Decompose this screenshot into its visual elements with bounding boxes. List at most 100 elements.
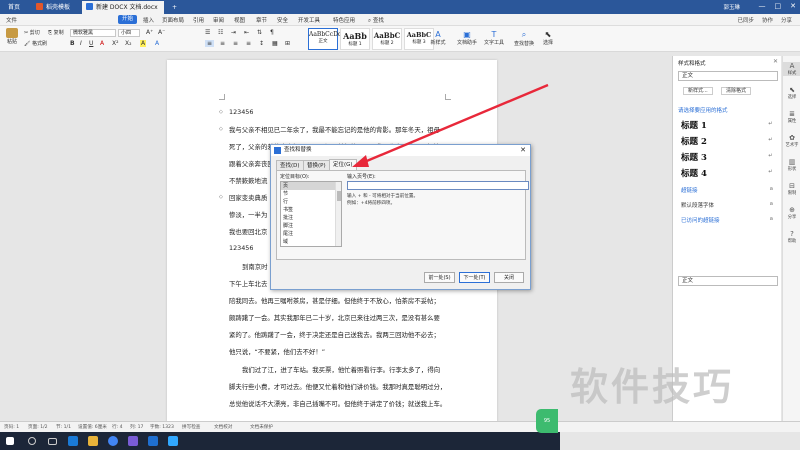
border-icon[interactable]: ⊞ [285,40,290,47]
text-effect-icon[interactable]: A [155,40,159,47]
dialog-title-bar[interactable]: 查找和替换 ✕ [271,145,530,156]
tab-replace[interactable]: 替换(P) [303,160,330,170]
style-normal[interactable]: AaBbCcDd 正文 [308,28,342,50]
indent-icon[interactable]: ⇥ [231,29,236,36]
font-shrink-icon[interactable]: A⁻ [158,29,165,36]
tab-template[interactable]: 稻壳模板 [32,1,74,14]
font-name-select[interactable]: 微软雅黑 [70,29,116,37]
align-left-icon[interactable]: ≡ [205,40,215,47]
share-tool[interactable]: ⊕ 分享 [783,206,800,220]
sort-icon[interactable]: ⇅ [257,29,262,36]
word-app-icon[interactable] [148,436,158,446]
tab-home[interactable]: 首页 [4,1,24,14]
restrict-tool[interactable]: ⊟ 限制 [783,182,800,196]
style-item[interactable]: 超链接 [681,186,698,194]
text-tools-button[interactable]: T 文字工具 [482,30,506,46]
new-style-button[interactable]: 新样式... [683,87,713,95]
copy-button[interactable]: ⎘ 复制 [48,29,64,36]
superscript-icon[interactable]: X² [112,40,119,47]
select-tool[interactable]: ⬉ 选择 [783,86,800,100]
share-button[interactable]: 分享 [781,18,792,24]
new-tab-button[interactable]: + [168,1,181,14]
outdent-icon[interactable]: ⇤ [244,29,249,36]
style-item-normal[interactable]: 正文 [678,276,778,286]
tab-document[interactable]: 新建 DOCX 文档.docx [82,1,164,14]
close-button[interactable]: 关闭 [494,272,524,283]
style-item[interactable]: 标题 1 [681,119,707,131]
menu-features[interactable]: 特色应用 [333,16,355,24]
menu-view[interactable]: 视图 [234,16,245,24]
menu-insert[interactable]: 插入 [143,16,154,24]
menu-search[interactable]: ⌕ 查找 [368,16,384,25]
user-name[interactable]: 郭玉琳 [723,3,740,11]
style-item[interactable]: 标题 3 [681,151,707,163]
tab-find[interactable]: 查找(D) [276,160,304,170]
windows-start-icon[interactable] [6,437,14,445]
doc-protection[interactable]: 文档未保护 [250,424,273,430]
style-item[interactable]: 标题 4 [681,167,707,179]
justify-icon[interactable]: ≡ [246,40,251,47]
find-replace-button[interactable]: ⌕ 查找替换 [512,30,536,47]
highlight-icon[interactable]: A [140,40,147,47]
style-item[interactable]: 标题 2 [681,135,707,147]
menu-review[interactable]: 审阅 [213,16,224,24]
doc-assistant-button[interactable]: ▣ 文档助手 [455,30,479,46]
style-heading-2[interactable]: AaBbC 标题 2 [372,28,402,50]
browser-icon[interactable] [108,436,118,446]
wordart-tool[interactable]: ✿ 艺术字 [783,134,800,148]
styles-tool[interactable]: A 样式 [783,62,800,76]
sync-status[interactable]: 已同步 [737,18,754,24]
list-scrollbar[interactable] [335,182,341,246]
next-button[interactable]: 下一处(T) [459,272,490,283]
floating-badge[interactable]: 95 [536,409,558,433]
new-style-button[interactable]: A 新样式 [428,30,448,46]
align-right-icon[interactable]: ≡ [233,40,238,47]
underline-icon[interactable]: U [89,40,93,47]
style-heading-1[interactable]: AaBb 标题 1 [340,28,370,50]
folder-icon[interactable] [88,436,98,446]
menu-chapter[interactable]: 章节 [256,16,267,24]
list-item[interactable]: 域 [281,238,341,246]
show-marks-icon[interactable]: ¶ [270,29,274,36]
list-item[interactable]: 批注 [281,214,341,222]
bold-icon[interactable]: B [70,40,75,47]
menu-references[interactable]: 引用 [193,16,204,24]
current-style-select[interactable]: 正文 [678,71,778,81]
cut-button[interactable]: ✂ 剪切 [24,29,40,36]
target-list[interactable]: 页 节 行 书签 批注 脚注 尾注 域 [280,181,342,247]
number-list-icon[interactable]: ☷ [218,29,223,36]
help-tool[interactable]: ? 帮助 [783,230,800,244]
close-icon[interactable]: ✕ [520,145,526,156]
close-icon[interactable]: ✕ [773,58,778,65]
bullet-list-icon[interactable]: ☰ [205,29,210,36]
minimize-icon[interactable]: — [759,2,766,10]
select-button[interactable]: ⬉ 选择 [540,30,556,46]
shapes-tool[interactable]: ▥ 形状 [783,158,800,172]
shading-icon[interactable]: ▦ [272,40,278,47]
list-item[interactable]: 页 [281,182,341,190]
menu-devtools[interactable]: 开发工具 [298,16,320,24]
close-icon[interactable]: ✕ [790,2,796,10]
align-center-icon[interactable]: ≡ [220,40,225,47]
list-item[interactable]: 行 [281,198,341,206]
spell-check[interactable]: 拼写检查 [182,424,200,430]
word-count[interactable]: 字数: 1323 [150,424,174,430]
photoshop-icon[interactable] [168,436,178,446]
menu-security[interactable]: 安全 [277,16,288,24]
collab-button[interactable]: 协作 [762,18,773,24]
line-spacing-icon[interactable]: ↕ [259,40,264,47]
tab-goto[interactable]: 定位(G) [329,159,357,170]
search-icon[interactable] [28,437,36,445]
menu-start[interactable]: 开始 [118,15,138,24]
format-painter-button[interactable]: 🖌 格式刷 [24,40,47,47]
doc-proof[interactable]: 文档校对 [214,424,232,430]
style-item[interactable]: 已访问的超链接 [681,216,720,224]
app-icon[interactable] [128,436,138,446]
list-item[interactable]: 脚注 [281,222,341,230]
list-item[interactable]: 节 [281,190,341,198]
menu-file[interactable]: 文件 [6,16,17,24]
scroll-thumb[interactable] [337,191,341,201]
list-item[interactable]: 书签 [281,206,341,214]
prev-button[interactable]: 前一处(S) [424,272,455,283]
font-grow-icon[interactable]: A⁺ [146,29,153,36]
